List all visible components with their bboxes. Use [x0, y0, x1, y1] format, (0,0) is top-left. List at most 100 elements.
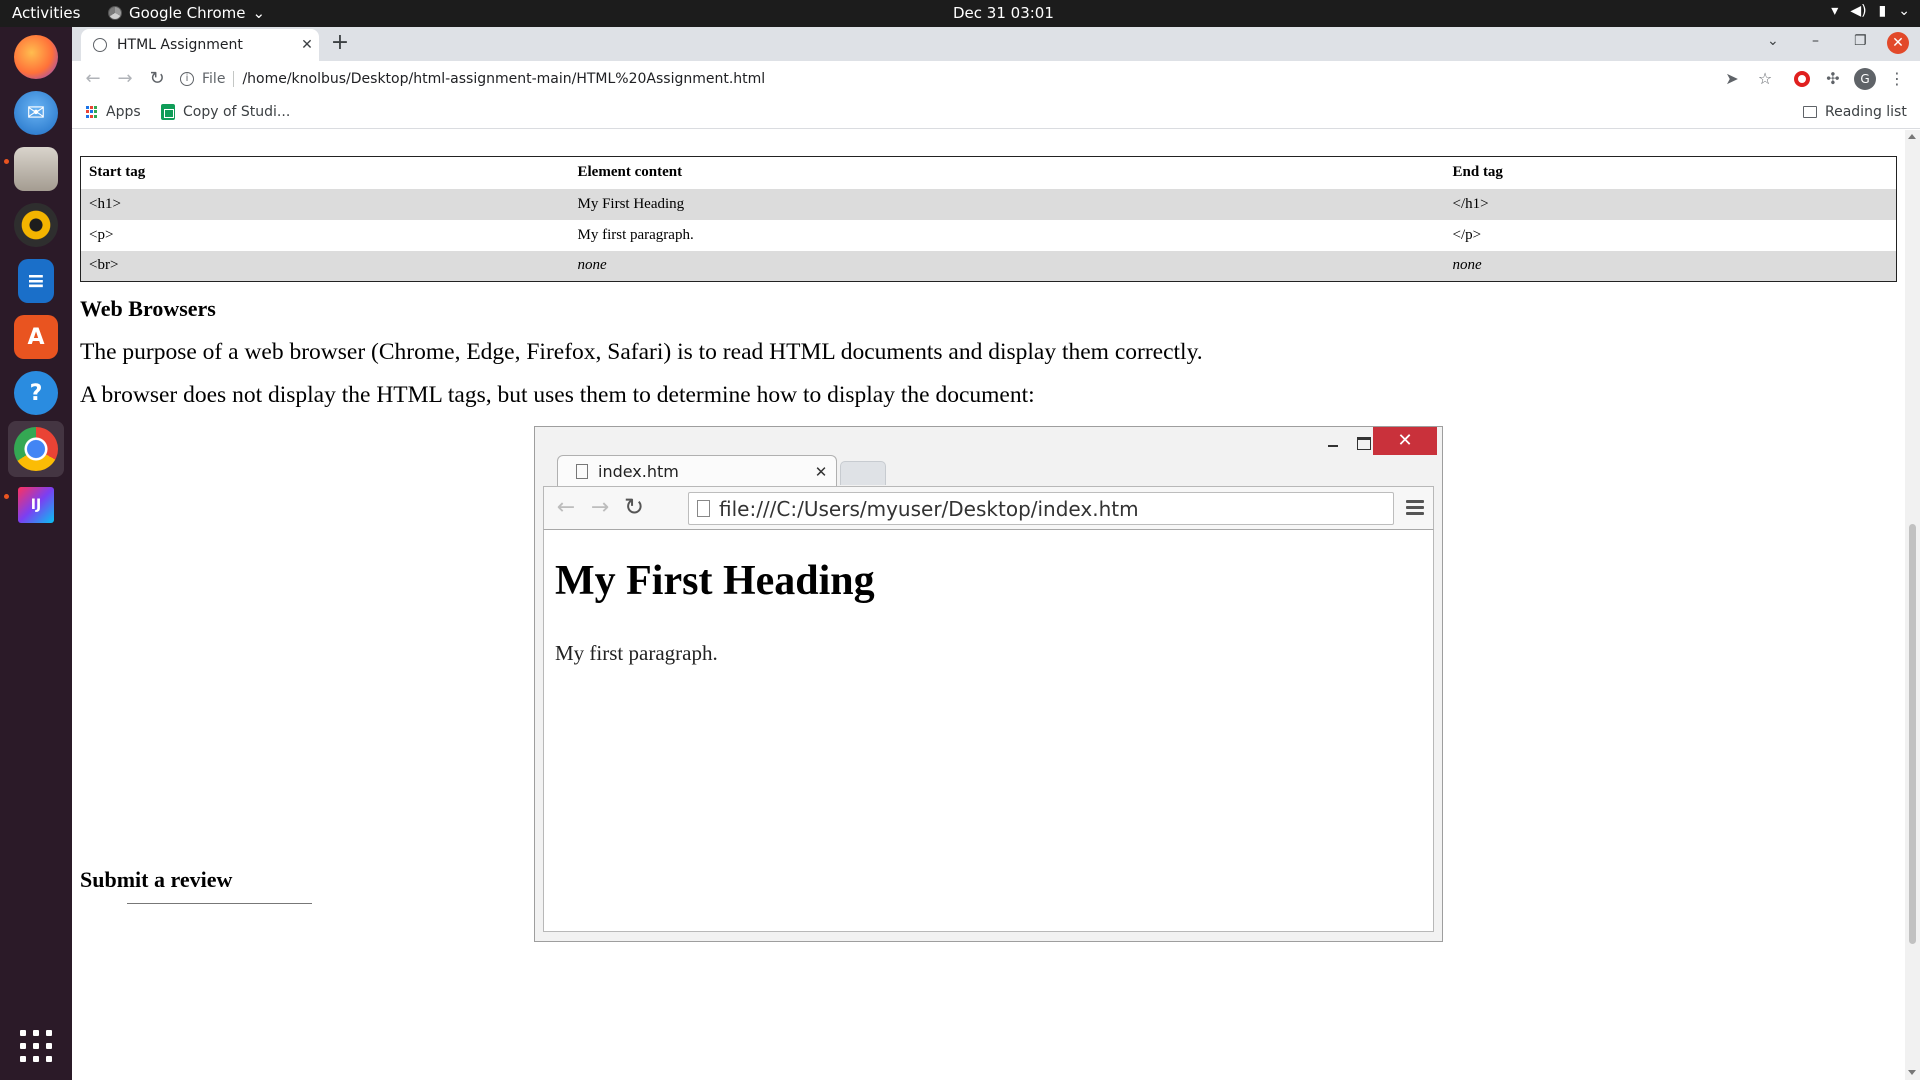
dock-thunderbird[interactable]: ✉ [8, 85, 64, 141]
table-cell: </p> [1452, 226, 1482, 243]
kebab-menu-icon[interactable]: ⋮ [1887, 69, 1907, 89]
dock-chrome[interactable] [8, 421, 64, 477]
window-close-button[interactable]: ✕ [1887, 32, 1909, 54]
paragraph-display: A browser does not display the HTML tags… [80, 382, 1035, 408]
table-row: <h1> My First Heading </h1> [80, 188, 1897, 220]
table-cell: My first paragraph. [577, 226, 694, 243]
bookmark-copy-of-studi[interactable]: Copy of Studi... [161, 104, 290, 120]
bookmark-apps[interactable]: Apps [86, 104, 141, 120]
system-top-bar: Activities Google Chrome ⌄ Dec 31 03:01 … [0, 0, 1920, 27]
figure-menu-icon [1406, 500, 1424, 516]
browser-toolbar: ← → ↻ i File /home/knolbus/Desktop/html-… [72, 61, 1920, 97]
thunderbird-icon: ✉ [14, 91, 58, 135]
figure-heading: My First Heading [555, 558, 875, 604]
battery-icon: ▮ [1878, 3, 1887, 19]
review-input-edge[interactable] [127, 903, 312, 904]
close-icon[interactable]: ✕ [295, 37, 319, 53]
web-browsers-heading: Web Browsers [80, 296, 216, 321]
dock-files[interactable] [8, 141, 64, 197]
table-cell: <p> [89, 226, 114, 243]
firefox-icon [14, 35, 58, 79]
scroll-down-arrow-icon[interactable] [1908, 1070, 1916, 1075]
table-cell: My First Heading [569, 188, 1445, 220]
table-header-row: Start tag Element content End tag [81, 157, 1897, 189]
figure-toolbar: ← → ↻ file:///C:/Users/myuser/Desktop/in… [543, 486, 1434, 530]
tab-title: HTML Assignment [117, 37, 243, 53]
minimize-button[interactable]: – [1812, 33, 1819, 49]
files-icon [14, 147, 58, 191]
submit-review-heading: Submit a review [80, 867, 233, 892]
reading-list-label: Reading list [1825, 104, 1907, 120]
globe-icon [93, 38, 107, 52]
figure-address-bar: file:///C:/Users/myuser/Desktop/index.ht… [688, 492, 1394, 525]
bookmarks-bar: Apps Copy of Studi... Reading list [72, 97, 1920, 129]
tab-search-icon[interactable]: ⌄ [1767, 33, 1779, 49]
page-viewport: Start tag Element content End tag <h1> M… [72, 130, 1920, 1080]
info-icon[interactable]: i [180, 72, 194, 86]
figure-paragraph: My first paragraph. [555, 641, 718, 665]
address-scheme: File [202, 71, 235, 87]
back-button[interactable]: ← [81, 67, 105, 91]
send-icon[interactable]: ➤ [1722, 69, 1742, 89]
figure-tab: index.htm ✕ [557, 455, 837, 487]
figure-back-icon: ← [556, 495, 576, 520]
dock-firefox[interactable] [8, 29, 64, 85]
reading-list-button[interactable]: Reading list [1803, 104, 1907, 120]
reading-list-icon [1803, 106, 1817, 118]
scroll-up-arrow-icon[interactable] [1908, 134, 1916, 139]
chevron-down-icon: ⌄ [1898, 3, 1910, 19]
volume-icon: ◀) [1850, 3, 1867, 19]
app-menu-label: Google Chrome [129, 4, 246, 22]
forward-button[interactable]: → [113, 67, 137, 91]
tab-html-assignment[interactable]: HTML Assignment ✕ [81, 29, 319, 61]
address-bar[interactable]: i File /home/knolbus/Desktop/html-assign… [180, 65, 1540, 93]
table-row: <p> My first paragraph. </p> [81, 220, 1897, 251]
new-tab-button[interactable]: + [328, 32, 352, 56]
chrome-icon [14, 427, 58, 471]
table-row: <br> none none [80, 250, 1897, 282]
figure-close-icon: ✕ [1373, 427, 1437, 455]
figure-minimize-icon [1318, 433, 1348, 453]
browser-illustration: ✕ index.htm ✕ ← → ↻ file:///C:/Users/myu… [534, 426, 1443, 942]
figure-reload-icon: ↻ [623, 493, 645, 521]
address-url: /home/knolbus/Desktop/html-assignment-ma… [242, 71, 766, 87]
bookmark-apps-label: Apps [106, 104, 141, 120]
reload-button[interactable]: ↻ [145, 67, 169, 91]
scroll-thumb[interactable] [1909, 524, 1916, 944]
extensions-puzzle-icon[interactable]: ✣ [1823, 69, 1843, 89]
writer-icon: ≡ [18, 259, 54, 303]
figure-page: My First Heading My first paragraph. [543, 530, 1434, 932]
table-cell: none [1444, 250, 1897, 282]
clock[interactable]: Dec 31 03:01 [953, 4, 1054, 22]
profile-avatar[interactable]: G [1854, 68, 1876, 90]
dock-intellij[interactable]: IJ [8, 477, 64, 533]
figure-new-tab [840, 461, 886, 485]
chrome-window: HTML Assignment ✕ + ⌄ – ❐ ✕ ← → ↻ i File… [72, 27, 1920, 1080]
column-header: End tag [1452, 164, 1503, 181]
show-apps-icon[interactable] [20, 1030, 52, 1062]
restore-button[interactable]: ❐ [1854, 33, 1867, 49]
page-scrollbar[interactable] [1905, 130, 1920, 1080]
table-cell: <br> [80, 250, 570, 282]
activities-button[interactable]: Activities [12, 4, 80, 22]
system-tray[interactable]: ▾ ◀) ▮ ⌄ [1831, 3, 1910, 19]
dock-rhythmbox[interactable] [8, 197, 64, 253]
file-icon [576, 464, 588, 479]
table-cell: </h1> [1444, 188, 1897, 220]
file-icon [697, 500, 710, 517]
column-header: Start tag [89, 164, 146, 181]
dock-software[interactable]: A [8, 309, 64, 365]
opera-extension-icon[interactable] [1794, 71, 1810, 87]
column-header: Element content [577, 164, 683, 181]
close-icon: ✕ [814, 462, 828, 481]
software-icon: A [14, 315, 58, 359]
apps-grid-icon [86, 106, 98, 118]
dock-writer[interactable]: ≡ [8, 253, 64, 309]
app-menu[interactable]: Google Chrome ⌄ [108, 4, 265, 22]
figure-forward-icon: → [590, 495, 610, 520]
bookmark-star-icon[interactable]: ☆ [1755, 69, 1775, 89]
table-cell: none [569, 250, 1445, 282]
dock: ✉ ≡ A ? IJ [0, 27, 72, 1080]
help-icon: ? [14, 371, 58, 415]
dock-help[interactable]: ? [8, 365, 64, 421]
